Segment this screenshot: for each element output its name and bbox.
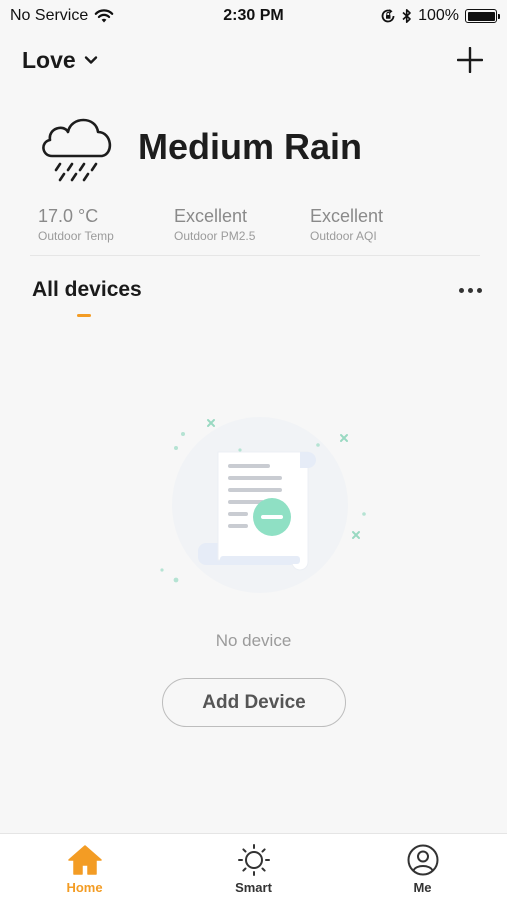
tab-label: Home (66, 880, 103, 895)
home-selector[interactable]: Love (22, 47, 98, 74)
rain-cloud-icon (42, 118, 112, 182)
dot (459, 287, 464, 293)
metric-outdoor-aqi: Excellent Outdoor AQI (310, 206, 446, 243)
battery-text: 100% (418, 7, 459, 24)
devices-header: All devices (32, 278, 484, 302)
bluetooth-icon (402, 9, 411, 23)
home-name: Love (22, 46, 76, 73)
metric-label: Outdoor Temp (38, 229, 114, 243)
header: Love (0, 40, 507, 80)
dot (468, 287, 473, 293)
metric-value: Excellent (310, 206, 384, 226)
metric-value: 17.0 °C (38, 206, 99, 226)
dot (477, 287, 482, 293)
active-tab-indicator (77, 314, 91, 317)
status-bar: No Service 2:30 PM 100% (0, 0, 507, 32)
more-options-button[interactable] (457, 282, 484, 299)
status-right: 100% (380, 7, 500, 25)
tab-me[interactable]: Me (338, 834, 507, 900)
tab-all-devices[interactable]: All devices (32, 278, 142, 302)
user-icon (407, 844, 438, 876)
tab-label: Smart (235, 880, 272, 895)
weather-metrics: 17.0 °C Outdoor Temp Excellent Outdoor P… (38, 206, 478, 243)
tab-label: Me (413, 880, 432, 895)
battery-icon (465, 9, 500, 23)
metric-outdoor-pm25: Excellent Outdoor PM2.5 (174, 206, 310, 243)
metric-label: Outdoor AQI (310, 229, 377, 243)
home-icon (67, 845, 102, 875)
empty-state-text: No device (215, 631, 292, 650)
divider (30, 255, 480, 256)
wifi-icon (94, 9, 114, 23)
tab-smart[interactable]: Smart (169, 834, 338, 900)
orientation-lock-icon (381, 9, 395, 23)
carrier-text: No Service (10, 7, 89, 24)
add-device-button[interactable]: Add Device (162, 678, 346, 727)
chevron-down-icon (84, 56, 97, 64)
weather-condition: Medium Rain (138, 126, 363, 167)
metric-outdoor-temp: 17.0 °C Outdoor Temp (38, 206, 174, 243)
metric-value: Excellent (174, 206, 248, 226)
tab-bar: Home Smart Me (0, 833, 507, 900)
empty-devices-illustration (160, 417, 366, 593)
weather-panel: Medium Rain (38, 108, 478, 186)
plus-icon (457, 47, 483, 73)
sun-icon (237, 844, 270, 876)
tab-home[interactable]: Home (0, 834, 169, 900)
status-left: No Service (10, 7, 114, 25)
add-button[interactable] (455, 45, 485, 75)
metric-label: Outdoor PM2.5 (174, 229, 256, 243)
